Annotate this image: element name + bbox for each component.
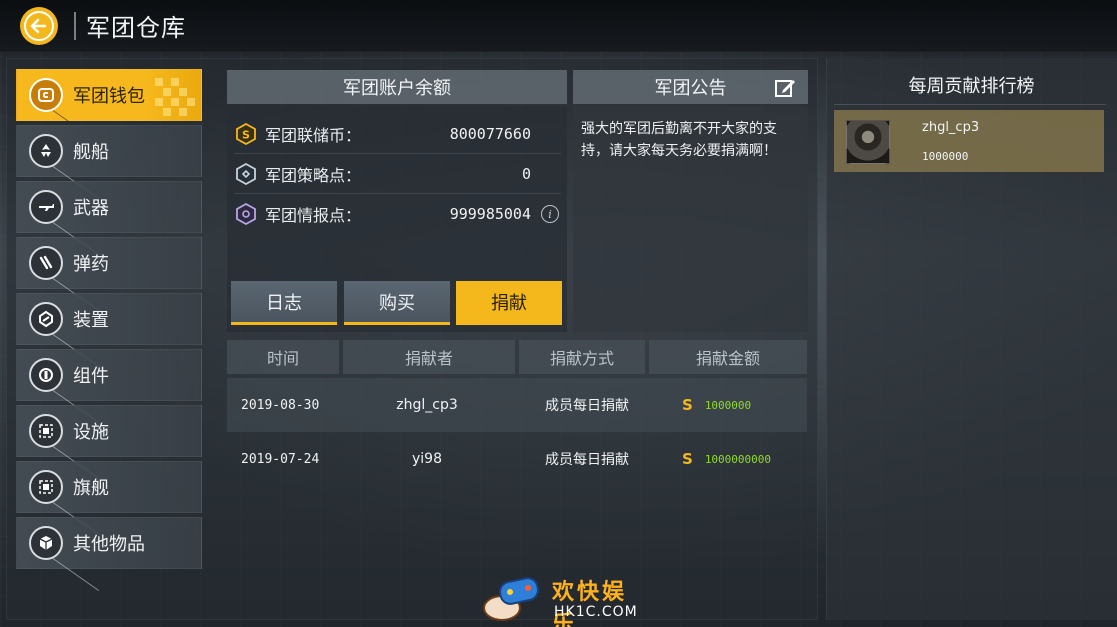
sidebar-item-label: 军团钱包 (73, 86, 145, 107)
balance-value: 800077660 (449, 124, 531, 143)
balance-label: 军团情报点： (265, 206, 362, 225)
balance-row-reserve-coin: S 军团联储币： 800077660 (235, 114, 561, 154)
sidebar-item-label: 装置 (73, 310, 109, 331)
notice-title: 军团公告 (654, 78, 727, 99)
sidebar-item-label: 设施 (73, 422, 109, 443)
column-header-time: 时间 (227, 340, 339, 374)
watermark: 欢快娱乐 HK1C.COM (480, 572, 650, 627)
page-title: 军团仓库 (86, 14, 186, 42)
sidebar-item-label: 旗舰 (73, 478, 109, 499)
notice-header: 军团公告 (573, 70, 808, 104)
sidebar-item-weapons[interactable]: 武器 (16, 181, 202, 233)
edit-icon[interactable] (774, 77, 796, 99)
sidebar-item-facilities[interactable]: 设施 (16, 405, 202, 457)
notice-text-line: 强大的军团后勤离不开大家的支 (581, 121, 777, 137)
component-icon (29, 358, 63, 392)
ranking-player-name: zhgl_cp3 (922, 120, 980, 135)
avatar (846, 120, 890, 164)
row-date: 2019-08-30 (241, 397, 320, 413)
facility-icon (29, 414, 63, 448)
notice-content: 强大的军团后勤离不开大家的支 持，请大家每天务必要捐满啊！ (573, 106, 808, 332)
balance-header: 军团账户余额 (227, 70, 567, 104)
watermark-text-en: HK1C.COM (554, 604, 638, 620)
balance-value: 0 (521, 164, 531, 183)
amount-value: 1000000000 (704, 452, 772, 466)
sidebar-item-ammo[interactable]: 弹药 (16, 237, 202, 289)
column-header-donor: 捐献者 (343, 340, 515, 374)
sidebar-item-ships[interactable]: 舰船 (16, 125, 202, 177)
table-row: 2019-07-24 yi98 成员每日捐献 S 1000000000 (227, 432, 807, 486)
log-button[interactable]: 日志 (231, 281, 337, 325)
device-icon (29, 302, 63, 336)
row-date: 2019-07-24 (241, 451, 320, 467)
wallet-icon (29, 78, 63, 112)
gamepad-hand-icon (483, 577, 540, 621)
ship-icon (29, 134, 63, 168)
strategy-point-icon (235, 162, 257, 185)
weapon-icon (29, 190, 63, 224)
balance-row-intel-point: 军团情报点： 999985004 i (235, 194, 561, 234)
column-header-amount: 捐献金额 (649, 340, 807, 374)
misc-items-icon (29, 526, 63, 560)
sidebar-item-label: 舰船 (73, 142, 109, 163)
balance-value: 999985004 (449, 205, 531, 223)
sidebar-item-label: 组件 (73, 366, 109, 387)
row-amount: S 1000000 (682, 378, 751, 432)
ranking-player-amount: 1000000 (922, 150, 969, 163)
category-sidebar: 军团钱包 舰船 武器 弹药 装置 组件 设施 旗舰 其他物品 (16, 69, 204, 573)
intel-point-icon (235, 203, 257, 225)
coin-icon: S (682, 396, 693, 414)
balance-label: 军团联储币： (265, 125, 362, 145)
ranking-entry[interactable]: zhgl_cp3 1000000 (834, 110, 1104, 172)
sidebar-item-misc[interactable]: 其他物品 (16, 517, 202, 569)
sidebar-item-label: 武器 (73, 198, 109, 219)
ranking-title: 每周贡献排行榜 (908, 76, 1035, 97)
ranking-divider (834, 104, 1106, 105)
sidebar-item-components[interactable]: 组件 (16, 349, 202, 401)
row-donor: yi98 (412, 451, 442, 467)
balance-label: 军团策略点： (265, 165, 362, 185)
sidebar-item-wallet[interactable]: 军团钱包 (16, 69, 202, 121)
reserve-coin-icon: S (235, 122, 257, 145)
sidebar-item-label: 其他物品 (73, 534, 145, 555)
buy-button[interactable]: 购买 (344, 281, 450, 325)
flagship-icon (29, 470, 63, 504)
ammo-icon (29, 246, 63, 280)
column-header-method: 捐献方式 (519, 340, 645, 374)
back-arrow-icon (30, 18, 47, 34)
row-method: 成员每日捐献 (545, 452, 629, 468)
coin-icon: S (682, 450, 693, 468)
table-row: 2019-08-30 zhgl_cp3 成员每日捐献 S 1000000 (227, 378, 807, 432)
donate-button[interactable]: 捐献 (456, 281, 562, 325)
row-amount: S 1000000000 (682, 432, 771, 486)
top-bar: 军团仓库 (0, 0, 1117, 52)
row-method: 成员每日捐献 (545, 398, 629, 414)
svg-text:S: S (242, 128, 250, 141)
row-donor: zhgl_cp3 (396, 397, 458, 413)
sidebar-item-devices[interactable]: 装置 (16, 293, 202, 345)
sidebar-item-label: 弹药 (73, 254, 109, 275)
sidebar-item-flagship[interactable]: 旗舰 (16, 461, 202, 513)
decorative-pixels (151, 76, 195, 116)
balance-row-strategy-point: 军团策略点： 0 (235, 154, 561, 194)
back-button[interactable] (20, 7, 58, 45)
amount-value: 1000000 (704, 398, 752, 412)
header-divider (74, 12, 76, 40)
info-icon[interactable]: i (541, 205, 559, 223)
notice-text-line: 持，请大家每天务必要捐满啊！ (581, 143, 777, 159)
